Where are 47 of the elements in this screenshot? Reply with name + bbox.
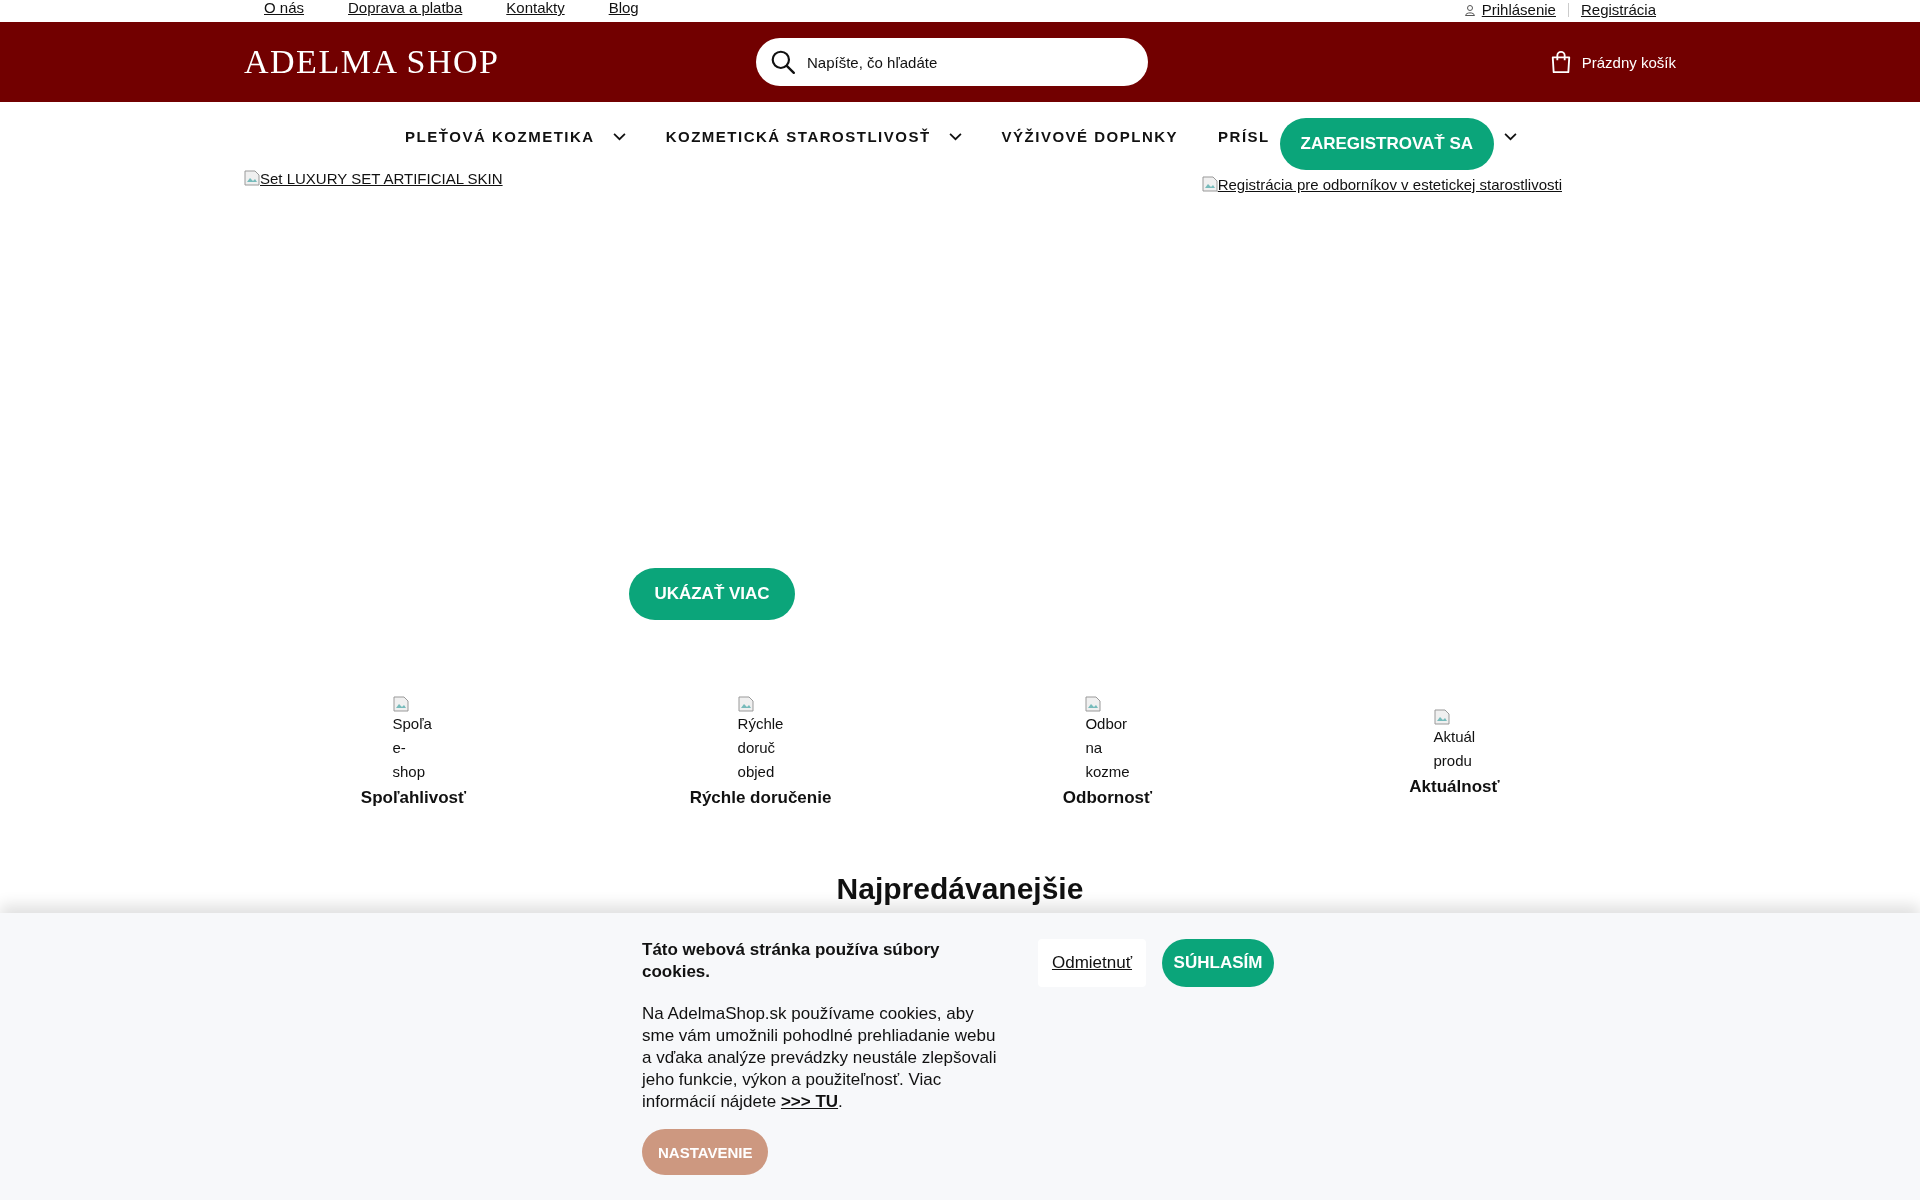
top-link[interactable]: Doprava a platba: [348, 0, 463, 16]
image-alt-text: e-: [392, 738, 407, 758]
top-link[interactable]: Kontakty: [506, 0, 565, 16]
reject-button[interactable]: Odmietnuť: [1038, 939, 1146, 987]
feature-title: Rýchle doručenie: [689, 788, 832, 808]
chevron-down-icon[interactable]: [948, 131, 962, 141]
chevron-down-icon[interactable]: [1503, 131, 1517, 141]
image-alt-text: na: [1085, 738, 1104, 758]
broken-image-icon: [1433, 709, 1450, 725]
search-icon: [770, 49, 796, 75]
image-alt-text: kozme: [1085, 762, 1130, 782]
image-alt-text: Spoľa: [392, 714, 433, 734]
cookie-title: Táto webová stránka používa súbory cookies.: [642, 939, 941, 983]
image-alt-link[interactable]: Set LUXURY SET ARTIFICIAL SKIN: [260, 170, 503, 187]
broken-image-icon: [1085, 696, 1102, 712]
broken-image-icon: [737, 696, 754, 712]
image-alt-text: doruč: [737, 738, 777, 758]
menu-item[interactable]: PRÍSL: [1218, 127, 1270, 145]
top-link[interactable]: O nás: [264, 0, 305, 16]
menu-item[interactable]: VÝŽIVOVÉ DOPLNKY: [1001, 127, 1179, 145]
section-heading: Najpredávanejšie: [835, 872, 1085, 906]
chevron-down-icon[interactable]: [612, 131, 626, 141]
image-alt-text: shop: [392, 762, 427, 782]
image-alt-text: Aktuál: [1433, 727, 1476, 747]
search-field[interactable]: Napíšte, čo hľadáte: [756, 38, 1148, 86]
image-alt-text: objed: [737, 762, 776, 782]
account-link[interactable]: Registrácia: [1580, 2, 1656, 18]
user-icon: [1463, 4, 1476, 16]
cookie-text: Na AdelmaShop.sk používame cookies, aby sme vám umožnili pohodlné prehliadanie webu a vďaka analýze prevádzky neustále zlepšovali jeho funkcie, výkon a použiteľnosť. Viac informácií nájdete >>> TU.: [642, 1003, 998, 1113]
image-alt-text: produ: [1433, 751, 1473, 771]
shop-logo[interactable]: ADELMA SHOP: [244, 43, 756, 81]
feature-title: Spoľahlivosť: [360, 788, 467, 808]
top-link[interactable]: Blog: [608, 0, 639, 16]
image-alt-text: Odbor: [1085, 714, 1129, 734]
menu-item[interactable]: PLEŤOVÁ KOZMETIKA: [405, 127, 595, 145]
cart-link[interactable]: Prázdny košík: [1581, 53, 1676, 71]
image-alt-link[interactable]: Registrácia pre odborníkov v estetickej starostlivosti: [1217, 176, 1562, 193]
feature-title: Odbornosť: [1062, 788, 1153, 808]
feature-title: Aktuálnosť: [1409, 777, 1500, 797]
broken-image-icon: [1201, 176, 1218, 192]
menu-item[interactable]: KOZMETICKÁ STAROSTLIVOSŤ: [665, 127, 931, 145]
shopping-bag-icon[interactable]: [1549, 49, 1572, 75]
broken-image-icon: [244, 170, 260, 186]
image-alt-text: Rýchle: [737, 714, 784, 734]
more-info-link[interactable]: >>> TU: [780, 1092, 839, 1111]
account-link[interactable]: Prihlásenie: [1481, 2, 1556, 18]
broken-image-icon: [392, 696, 409, 712]
